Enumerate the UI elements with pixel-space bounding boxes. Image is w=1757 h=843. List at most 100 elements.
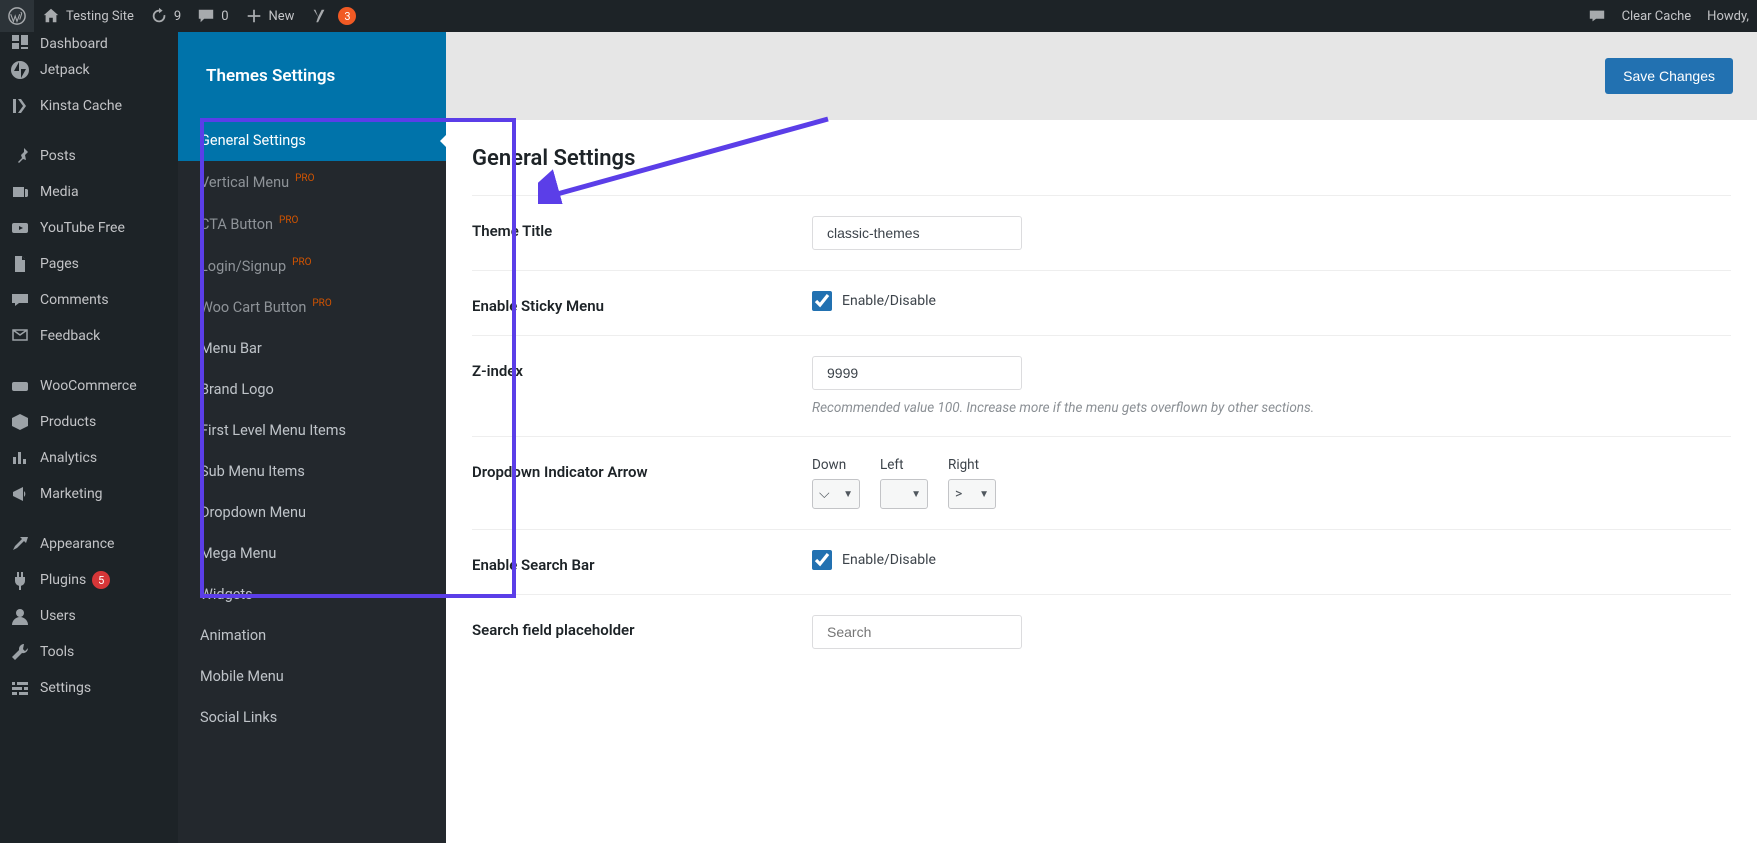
settings-tab-cta-button[interactable]: CTA Button PRO: [178, 203, 446, 245]
arrow-down-select[interactable]: ⌵ ▼: [812, 479, 860, 509]
settings-tab-vertical-menu[interactable]: Vertical Menu PRO: [178, 161, 446, 203]
settings-tab-woo-cart-button[interactable]: Woo Cart ButtonPRO: [178, 286, 446, 328]
settings-tab-brand-logo[interactable]: Brand Logo: [178, 369, 446, 410]
adminmenu-item-plugins[interactable]: Plugins5: [0, 562, 178, 598]
adminmenu-item-tools[interactable]: Tools: [0, 634, 178, 670]
settings-tab-label: Animation: [200, 627, 266, 644]
pro-tag: PRO: [295, 173, 314, 184]
adminmenu-label: Products: [40, 414, 96, 430]
adminmenu-item-feedback[interactable]: Feedback: [0, 318, 178, 354]
search-bar-checkbox[interactable]: [812, 550, 832, 570]
adminmenu-label: Users: [40, 608, 76, 624]
settings-tab-widgets[interactable]: Widgets: [178, 574, 446, 615]
adminmenu-item-posts[interactable]: Posts: [0, 138, 178, 174]
theme-title-label: Theme Title: [472, 216, 812, 240]
settings-tab-label: Brand Logo: [200, 381, 274, 398]
arrow-down-label: Down: [812, 457, 860, 473]
settings-tab-label: Menu Bar: [200, 340, 262, 357]
settings-tab-menu-bar[interactable]: Menu Bar: [178, 328, 446, 369]
wp-logo[interactable]: [0, 0, 34, 32]
adminmenu-item-woocommerce[interactable]: WooCommerce: [0, 368, 178, 404]
clear-cache-label: Clear Cache: [1622, 9, 1692, 24]
dropdown-arrow-label: Dropdown Indicator Arrow: [472, 457, 812, 481]
settings-tab-login-signup[interactable]: Login/SignupPRO: [178, 245, 446, 287]
zindex-input[interactable]: [812, 356, 1022, 390]
yoast-icon: [310, 7, 328, 25]
settings-tab-general-settings[interactable]: General Settings: [178, 120, 446, 161]
arrow-left-label: Left: [880, 457, 928, 473]
updates-link[interactable]: 9: [142, 0, 189, 32]
settings-tab-label: First Level Menu Items: [200, 422, 346, 439]
settings-tab-label: Dropdown Menu: [200, 504, 306, 521]
settings-tab-label: CTA Button: [200, 216, 273, 233]
adminmenu-label: Dashboard: [40, 36, 108, 52]
settings-tab-animation[interactable]: Animation: [178, 615, 446, 656]
settings-tab-label: Widgets: [200, 586, 253, 603]
adminmenu-item-marketing[interactable]: Marketing: [0, 476, 178, 512]
save-changes-button[interactable]: Save Changes: [1605, 58, 1733, 94]
adminmenu-label: Analytics: [40, 450, 97, 466]
settings-tab-label: Woo Cart Button: [200, 299, 306, 316]
adminmenu-item-settings[interactable]: Settings: [0, 670, 178, 706]
settings-tab-social-links[interactable]: Social Links: [178, 697, 446, 738]
adminmenu-item-appearance[interactable]: Appearance: [0, 526, 178, 562]
clear-cache-link[interactable]: Clear Cache: [1614, 0, 1700, 32]
theme-title-input[interactable]: [812, 216, 1022, 250]
adminmenu-item-comments[interactable]: Comments: [0, 282, 178, 318]
search-placeholder-input[interactable]: [812, 615, 1022, 649]
arrow-right-label: Right: [948, 457, 996, 473]
themes-settings-header: Themes Settings: [178, 32, 446, 120]
adminmenu-item-kinsta-cache[interactable]: Kinsta Cache: [0, 88, 178, 124]
settings-tab-label: Mega Menu: [200, 545, 276, 562]
adminbar-notification-icon[interactable]: [1580, 0, 1614, 32]
comment-icon: [197, 7, 215, 25]
home-icon: [42, 7, 60, 25]
adminmenu-label: Appearance: [40, 536, 114, 552]
plugins-update-badge: 5: [92, 571, 110, 589]
settings-tab-label: Sub Menu Items: [200, 463, 305, 480]
arrow-right-select[interactable]: > ▼: [948, 479, 996, 509]
new-content-link[interactable]: New: [237, 0, 303, 32]
plus-icon: [245, 7, 263, 25]
pro-tag: PRO: [279, 215, 298, 226]
comments-count: 0: [221, 9, 228, 24]
adminmenu-item-analytics[interactable]: Analytics: [0, 440, 178, 476]
settings-tab-dropdown-menu[interactable]: Dropdown Menu: [178, 492, 446, 533]
settings-tab-mega-menu[interactable]: Mega Menu: [178, 533, 446, 574]
adminmenu-item-users[interactable]: Users: [0, 598, 178, 634]
site-name-link[interactable]: Testing Site: [34, 0, 142, 32]
chevron-down-icon: ▼: [843, 489, 853, 500]
settings-tab-label: Vertical Menu: [200, 174, 289, 191]
site-name-text: Testing Site: [66, 9, 134, 24]
zindex-label: Z-index: [472, 356, 812, 380]
themes-settings-tabs: General SettingsVertical MenuPROCTA Butt…: [178, 120, 446, 843]
chevron-down-icon: ▼: [911, 489, 921, 500]
adminmenu-label: Pages: [40, 256, 79, 272]
adminmenu-item-dashboard[interactable]: Dashboard: [0, 32, 178, 52]
adminmenu-label: Comments: [40, 292, 109, 308]
sticky-menu-label: Enable Sticky Menu: [472, 291, 812, 315]
adminmenu-item-pages[interactable]: Pages: [0, 246, 178, 282]
comments-link[interactable]: 0: [189, 0, 236, 32]
arrow-left-select[interactable]: ▼: [880, 479, 928, 509]
settings-tab-mobile-menu[interactable]: Mobile Menu: [178, 656, 446, 697]
settings-tab-label: Login/Signup: [200, 257, 286, 274]
adminmenu-item-youtube-free[interactable]: YouTube Free: [0, 210, 178, 246]
refresh-icon: [150, 7, 168, 25]
adminmenu-item-jetpack[interactable]: Jetpack: [0, 52, 178, 88]
adminmenu-label: Marketing: [40, 486, 103, 502]
sticky-menu-checkbox[interactable]: [812, 291, 832, 311]
adminmenu-label: Media: [40, 184, 79, 200]
settings-tab-label: General Settings: [200, 132, 306, 149]
yoast-link[interactable]: 3: [302, 0, 364, 32]
adminmenu-item-products[interactable]: Products: [0, 404, 178, 440]
settings-tab-first-level-menu-items[interactable]: First Level Menu Items: [178, 410, 446, 451]
yoast-notification-badge: 3: [338, 7, 356, 25]
adminmenu-item-media[interactable]: Media: [0, 174, 178, 210]
zindex-hint: Recommended value 100. Increase more if …: [812, 400, 1731, 416]
settings-tab-sub-menu-items[interactable]: Sub Menu Items: [178, 451, 446, 492]
adminmenu-label: Jetpack: [40, 62, 90, 78]
updates-count: 9: [174, 9, 181, 24]
howdy-account[interactable]: Howdy,: [1699, 0, 1757, 32]
arrow-down-glyph: ⌵: [819, 486, 830, 502]
